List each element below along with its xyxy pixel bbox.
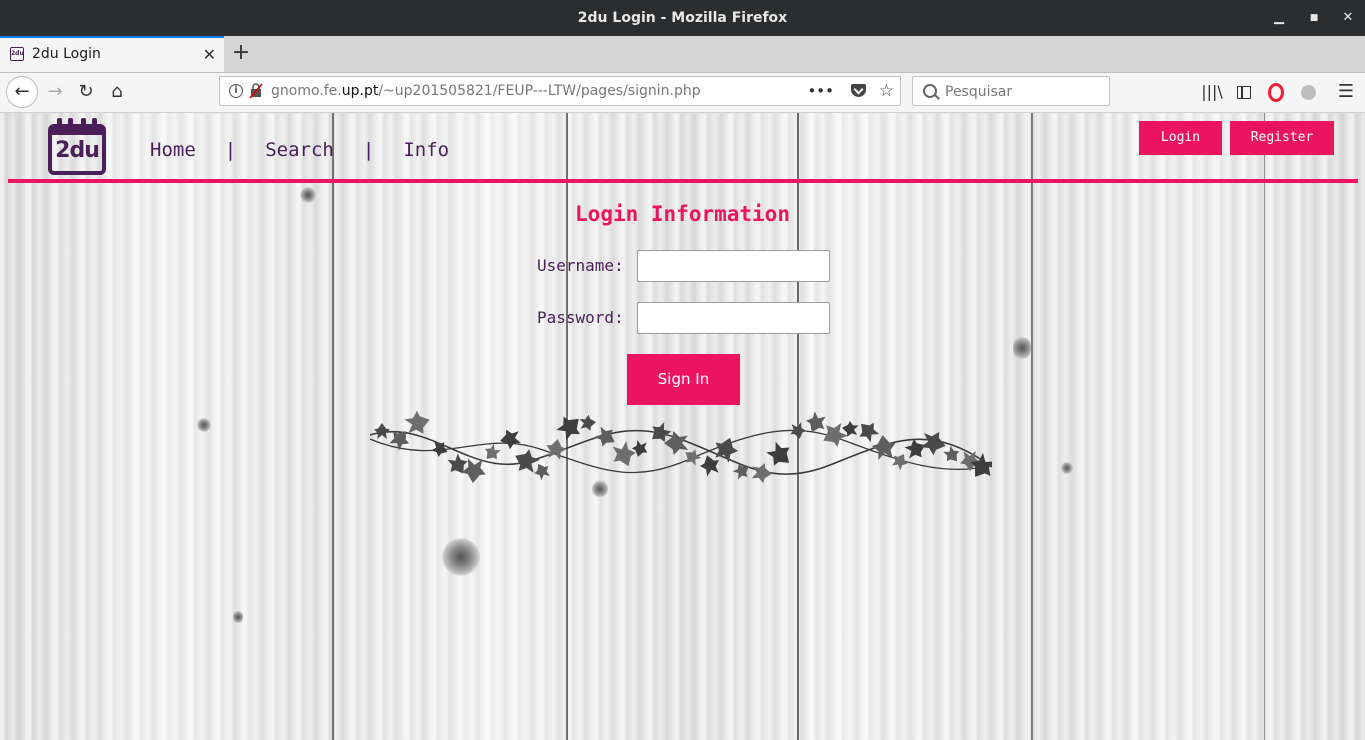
ivy-leaf <box>579 414 596 431</box>
nav-separator: | <box>224 139 237 161</box>
tab-2du-login[interactable]: 2du 2du Login ✕ <box>0 36 224 72</box>
ivy-leaf <box>859 422 880 443</box>
site-logo[interactable]: 2du <box>48 117 106 175</box>
tab-label: 2du Login <box>32 46 101 62</box>
ivy-leaf <box>612 441 637 467</box>
site-info-icon[interactable]: i <box>229 84 243 98</box>
ivy-leaf <box>631 440 648 457</box>
page-actions-icon[interactable]: ••• <box>807 77 834 105</box>
window-titlebar: 2du Login - Mozilla Firefox ▁ ■ ✕ <box>0 0 1365 36</box>
close-tab-icon[interactable]: ✕ <box>203 38 216 71</box>
new-tab-button[interactable]: + <box>230 36 252 70</box>
home-button[interactable]: ⌂ <box>102 77 132 107</box>
nav-search-link[interactable]: Search <box>265 139 334 161</box>
ivy-leaf <box>943 445 960 462</box>
tab-strip: 2du 2du Login ✕ + <box>0 36 1365 73</box>
reload-button[interactable]: ↻ <box>71 77 101 107</box>
header-register-button[interactable]: Register <box>1230 121 1334 155</box>
forward-button[interactable]: → <box>40 77 70 107</box>
nav-separator: | <box>362 139 375 161</box>
url-path: /~up201505821/FEUP---LTW/pages/signin.ph… <box>378 83 701 99</box>
navigation-toolbar: ← → ↻ ⌂ i gnomo.fe.up.pt/~up201505821/FE… <box>0 73 1365 113</box>
wood-knot <box>233 610 243 624</box>
wood-knot <box>1061 462 1073 474</box>
sign-in-button[interactable]: Sign In <box>627 354 740 405</box>
ivy-leaf <box>823 423 848 447</box>
ivy-leaf <box>766 441 790 466</box>
search-icon <box>923 84 937 98</box>
header-divider <box>8 179 1358 183</box>
ivy-leaf <box>891 454 908 471</box>
ivy-decoration <box>369 409 995 495</box>
opera-extension-icon[interactable] <box>1264 73 1288 111</box>
close-window-button[interactable]: ✕ <box>1331 0 1365 36</box>
hamburger-menu-icon[interactable]: ☰ <box>1334 73 1358 111</box>
url-text[interactable]: gnomo.fe.up.pt/~up201505821/FEUP---LTW/p… <box>271 77 701 105</box>
nav-home-link[interactable]: Home <box>150 139 196 161</box>
url-host: up.pt <box>341 83 379 99</box>
wood-knot <box>300 187 316 203</box>
ivy-leaf <box>732 463 749 480</box>
ivy-leaf <box>534 463 550 481</box>
password-label: Password: <box>537 308 624 327</box>
form-title: Login Information <box>575 202 790 226</box>
calendar-favicon-icon: 2du <box>10 47 24 61</box>
globe-extension-icon[interactable] <box>1296 73 1320 111</box>
sidebar-toggle-icon[interactable] <box>1232 73 1256 111</box>
username-input[interactable] <box>637 250 830 282</box>
bookmark-star-icon[interactable]: ☆ <box>879 77 894 105</box>
maximize-button[interactable]: ■ <box>1297 0 1331 36</box>
ivy-leaf <box>871 435 896 460</box>
page-content: 2du Home | Search | Info Login Register Logi… <box>0 113 1365 740</box>
nav-info-link[interactable]: Info <box>403 139 449 161</box>
search-input[interactable] <box>943 80 1107 104</box>
search-bar[interactable] <box>912 76 1110 106</box>
wood-knot <box>442 538 480 576</box>
logo-text: 2du <box>55 138 100 163</box>
library-icon[interactable]: |||\ <box>1200 73 1224 111</box>
username-label: Username: <box>537 256 624 275</box>
main-navigation: Home | Search | Info <box>150 139 449 161</box>
insecure-connection-icon <box>249 83 263 103</box>
ivy-leaf <box>594 426 615 447</box>
wood-knot <box>1013 335 1031 361</box>
minimize-button[interactable]: ▁ <box>1262 0 1296 36</box>
pocket-icon[interactable] <box>851 84 866 97</box>
ivy-leaf <box>500 429 521 450</box>
header-login-button[interactable]: Login <box>1139 121 1222 155</box>
wood-knot <box>197 418 211 432</box>
back-button[interactable]: ← <box>6 76 38 108</box>
window-title: 2du Login - Mozilla Firefox <box>577 10 788 26</box>
ivy-leaf <box>751 463 772 484</box>
url-prefix: gnomo.fe. <box>271 83 342 99</box>
ivy-leaf <box>374 423 390 439</box>
password-input[interactable] <box>637 302 830 334</box>
url-bar[interactable]: i gnomo.fe.up.pt/~up201505821/FEUP---LTW… <box>219 76 901 106</box>
